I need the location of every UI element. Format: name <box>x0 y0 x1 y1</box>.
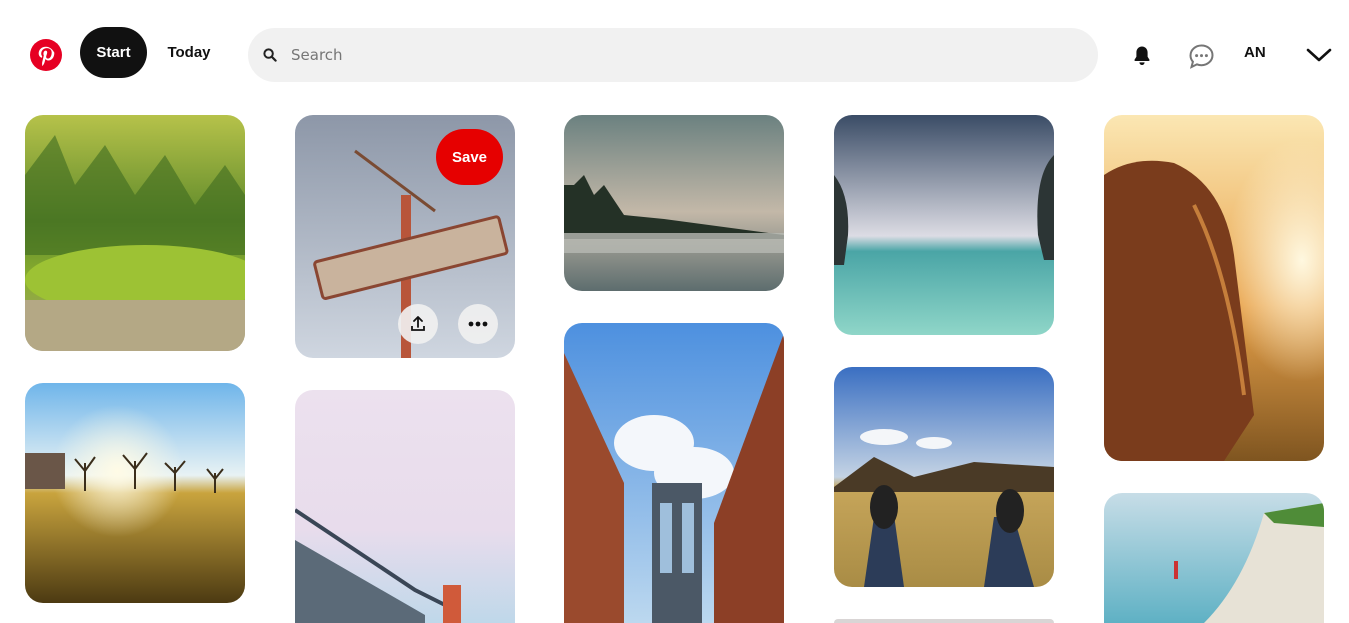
pin-image-coastal-cliff <box>1104 493 1324 623</box>
start-button[interactable]: Start <box>80 27 147 78</box>
pin-card[interactable] <box>25 383 245 603</box>
pin-image-misty-lake <box>564 115 784 291</box>
upload-icon <box>411 316 425 331</box>
user-avatar[interactable]: AN <box>1244 44 1266 66</box>
pin-image-sunrise-field <box>25 383 245 603</box>
share-button[interactable] <box>398 304 438 344</box>
search-icon <box>263 47 279 63</box>
pin-image-moss-forest <box>25 115 245 351</box>
pin-image-girl-sunset <box>1104 115 1324 461</box>
pinterest-logo-icon[interactable] <box>30 39 62 71</box>
pin-card[interactable] <box>564 323 784 623</box>
pin-card[interactable] <box>834 367 1054 587</box>
chevron-down-icon[interactable] <box>1306 45 1332 65</box>
pin-image-sea-cliffs <box>834 115 1054 335</box>
pin-card[interactable] <box>564 115 784 291</box>
save-button[interactable]: Save <box>436 129 503 185</box>
pin-card[interactable] <box>295 390 515 623</box>
pin-card[interactable] <box>1104 115 1324 461</box>
top-navigation-bar: Start Today AN <box>0 0 1349 110</box>
today-button[interactable]: Today <box>155 27 223 78</box>
search-input[interactable] <box>291 46 1071 64</box>
pin-card[interactable] <box>834 619 1054 623</box>
pin-card[interactable] <box>25 115 245 351</box>
search-bar[interactable] <box>248 28 1098 82</box>
more-options-button[interactable] <box>458 304 498 344</box>
pin-image-meadow-feet <box>834 367 1054 587</box>
pin-card[interactable] <box>834 115 1054 335</box>
messages-icon[interactable] <box>1188 43 1215 70</box>
pin-image-golden-gate-bridge <box>295 390 515 623</box>
notifications-bell-icon[interactable] <box>1130 44 1154 68</box>
ellipsis-icon <box>468 321 488 327</box>
pin-card[interactable]: Save <box>295 115 515 358</box>
pin-image-brooklyn-bridge <box>564 323 784 623</box>
pin-card[interactable] <box>1104 493 1324 623</box>
